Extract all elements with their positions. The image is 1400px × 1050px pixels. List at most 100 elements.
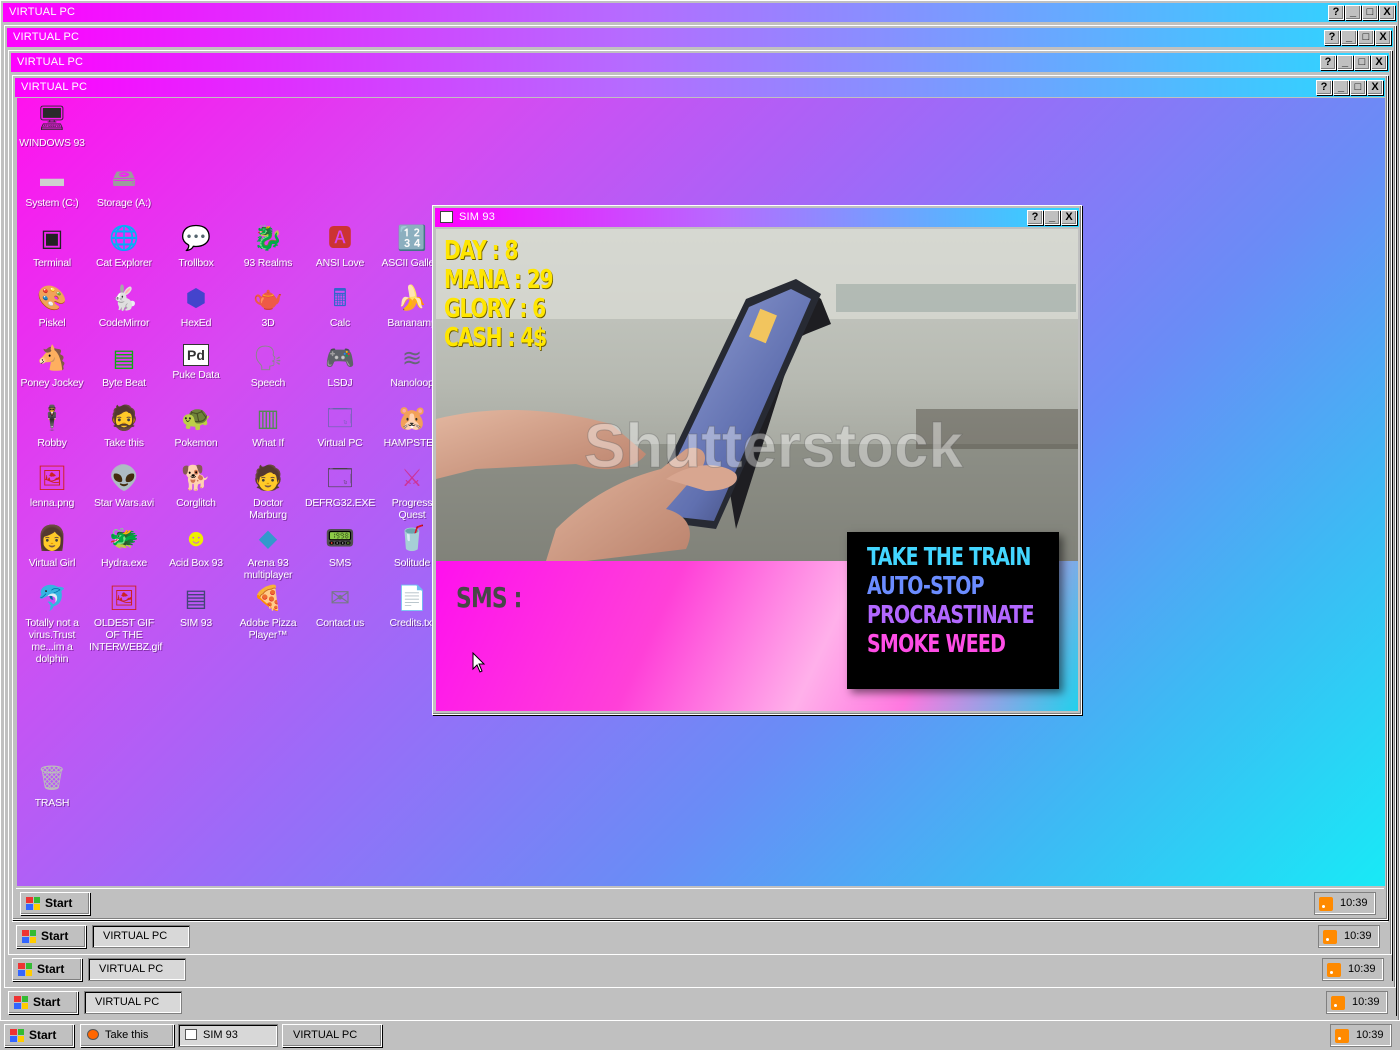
desktop-icon-virtual-girl[interactable]: 👩 Virtual Girl (17, 524, 87, 570)
help-button[interactable]: ? (1320, 55, 1336, 70)
desktop-icon-contact-us[interactable]: ✉ Contact us (305, 584, 375, 630)
windows-logo-icon (14, 996, 28, 1009)
maximize-button[interactable]: □ (1362, 5, 1378, 20)
desktop-icon-what-if[interactable]: ▥ What If (233, 404, 303, 450)
title-bar[interactable]: VIRTUAL PC ? _ □ X (7, 28, 1393, 47)
desktop-icon-hydra-exe[interactable]: 🐲 Hydra.exe (89, 524, 159, 570)
minimize-button[interactable]: _ (1044, 210, 1060, 225)
close-button[interactable]: X (1061, 210, 1077, 225)
choice-smoke-weed[interactable]: SMOKE WEED (867, 629, 1013, 658)
help-button[interactable]: ? (1328, 5, 1344, 20)
close-button[interactable]: X (1367, 80, 1383, 95)
take-this-icon (87, 1029, 99, 1040)
close-button[interactable]: X (1375, 30, 1391, 45)
sim93-app-icon (440, 211, 453, 223)
desktop-icon-system-c[interactable]: ▬ System (C:) (17, 164, 87, 210)
dolphin-icon: 🐬 (37, 585, 67, 612)
ascii-gallery-icon: 🔢 (397, 225, 427, 252)
windows-logo-icon (26, 897, 40, 910)
desktop-icon-totally-not-a-virus-trust-me-im-a-dolphin[interactable]: 🐬 Totally not a virus.Trust me...im a dol… (17, 584, 87, 666)
help-button[interactable]: ? (1316, 80, 1332, 95)
rss-icon[interactable] (1331, 996, 1345, 1010)
desktop-icon-terminal[interactable]: ▣ Terminal (17, 224, 87, 270)
minimize-button[interactable]: _ (1333, 80, 1349, 95)
desktop-icon-ansi-love[interactable]: 🅰 ANSI Love (305, 224, 375, 270)
title-bar[interactable]: VIRTUAL PC ? _ □ X (15, 78, 1385, 97)
desktop-icon-take-this[interactable]: 🧔 Take this (89, 404, 159, 450)
taskbar-button-virtual-pc[interactable]: VIRTUAL PC (88, 958, 186, 981)
doctor-icon: 🧑 (253, 465, 283, 492)
desktop-icon-3d[interactable]: 🫖 3D (233, 284, 303, 330)
desktop-icon-trash[interactable]: 🗑 TRASH (17, 764, 87, 810)
desktop-icon-acid-box-93[interactable]: ☻ Acid Box 93 (161, 524, 231, 570)
start-button[interactable]: Start (12, 958, 82, 981)
rss-icon[interactable] (1323, 930, 1337, 944)
taskbar: Start VIRTUAL PC 10:39 (8, 954, 1392, 984)
start-button[interactable]: Start (16, 925, 86, 948)
start-button[interactable]: Start (20, 892, 90, 915)
choice-auto-stop[interactable]: AUTO-STOP (867, 571, 1013, 600)
rss-icon[interactable] (1327, 963, 1341, 977)
maximize-button[interactable]: □ (1358, 30, 1374, 45)
desktop-icon-speech[interactable]: 🗣 Speech (233, 344, 303, 390)
help-button[interactable]: ? (1324, 30, 1340, 45)
title-bar[interactable]: VIRTUAL PC ? _ □ X (3, 3, 1397, 22)
minimize-button[interactable]: _ (1337, 55, 1353, 70)
desktop-icon-sim-93[interactable]: ▤ SIM 93 (161, 584, 231, 630)
desktop-icon-storage-a[interactable]: 🖴 Storage (A:) (89, 164, 159, 210)
desktop-icon-lsdj[interactable]: 🎮 LSDJ (305, 344, 375, 390)
taskbar-button-virtual-pc[interactable]: VIRTUAL PC (92, 925, 190, 948)
desktop-icon-lenna-png[interactable]: 🖼 lenna.png (17, 464, 87, 510)
desktop-icon-defrg32-exe[interactable]: 🗔 DEFRG32.EXE (305, 464, 375, 510)
taskbar-button-virtual-pc[interactable]: VIRTUAL PC (84, 991, 182, 1014)
minimize-button[interactable]: _ (1341, 30, 1357, 45)
desktop-icon-trollbox[interactable]: 💬 Trollbox (161, 224, 231, 270)
desktop-icon-label: Star Wars.avi (93, 497, 155, 509)
desktop-icon-oldest-gif-of-the-interwebz-gif[interactable]: 🖼 OLDEST GIF OF THE INTERWEBZ.gif (89, 584, 162, 654)
desktop-icon-93-realms[interactable]: 🐉 93 Realms (233, 224, 303, 270)
desktop-icon-byte-beat[interactable]: ▤ Byte Beat (89, 344, 159, 390)
sim93-title-bar[interactable]: SIM 93 ? _ X (435, 208, 1079, 227)
pizza-icon: 🍕 (253, 585, 283, 612)
bytebeat-icon: ▤ (112, 345, 136, 372)
desktop-icon-robby[interactable]: 🕴 Robby (17, 404, 87, 450)
clock: 10:39 (1356, 1029, 1384, 1041)
desktop-icon-sms[interactable]: 📟 SMS (305, 524, 375, 570)
pony-icon: 🐴 (37, 345, 67, 372)
desktop-icon-poney-jockey[interactable]: 🐴 Poney Jockey (17, 344, 87, 390)
title-bar[interactable]: VIRTUAL PC ? _ □ X (11, 53, 1389, 72)
desktop-icon-doctor-marburg[interactable]: 🧑 Doctor Marburg (233, 464, 303, 522)
start-button[interactable]: Start (4, 1024, 74, 1047)
teapot-icon: 🫖 (253, 285, 283, 312)
desktop-icon-label: Robby (37, 437, 67, 449)
desktop-icon-cat-explorer[interactable]: 🌐 Cat Explorer (89, 224, 159, 270)
desktop-icon-calc[interactable]: 🖩 Calc (305, 284, 375, 330)
contact-icon: ✉ (329, 585, 351, 612)
desktop-icon-piskel[interactable]: 🎨 Piskel (17, 284, 87, 330)
close-button[interactable]: X (1379, 5, 1395, 20)
desktop-icon-arena-93-multiplayer[interactable]: ◆ Arena 93 multiplayer (233, 524, 303, 582)
desktop-icon-puke-data[interactable]: Pd Puke Data (161, 344, 231, 381)
desktop-icon-star-wars-avi[interactable]: 👽 Star Wars.avi (89, 464, 159, 510)
calculator-icon: 🖩 (332, 285, 348, 312)
rss-icon[interactable] (1335, 1029, 1349, 1043)
help-button[interactable]: ? (1027, 210, 1043, 225)
minimize-button[interactable]: _ (1345, 5, 1361, 20)
hydra-icon: 🐲 (109, 525, 139, 552)
maximize-button[interactable]: □ (1350, 80, 1366, 95)
desktop-icon-virtual-pc[interactable]: 🗔 Virtual PC (305, 404, 375, 450)
desktop-icon-pokemon[interactable]: 🐢 Pokemon (161, 404, 231, 450)
desktop-icon-hexed[interactable]: ⬢ HexEd (161, 284, 231, 330)
desktop-icon-windows-93[interactable]: 🖥 WINDOWS 93 (17, 104, 87, 150)
desktop-icon-label: ANSI Love (315, 257, 365, 269)
choice-take-the-train[interactable]: TAKE THE TRAIN (867, 542, 1031, 571)
start-button[interactable]: Start (8, 991, 78, 1014)
taskbar-button-virtual-pc[interactable]: VIRTUAL PC (282, 1024, 382, 1047)
desktop-icon-adobe-pizza-player[interactable]: 🍕 Adobe Pizza Player™ (233, 584, 303, 642)
choice-procrastinate[interactable]: PROCRASTINATE (867, 600, 1035, 629)
desktop-icon-codemirror[interactable]: 🐇 CodeMirror (89, 284, 159, 330)
desktop-icon-corglitch[interactable]: 🐕 Corglitch (161, 464, 231, 510)
rss-icon[interactable] (1319, 897, 1333, 911)
close-button[interactable]: X (1371, 55, 1387, 70)
maximize-button[interactable]: □ (1354, 55, 1370, 70)
